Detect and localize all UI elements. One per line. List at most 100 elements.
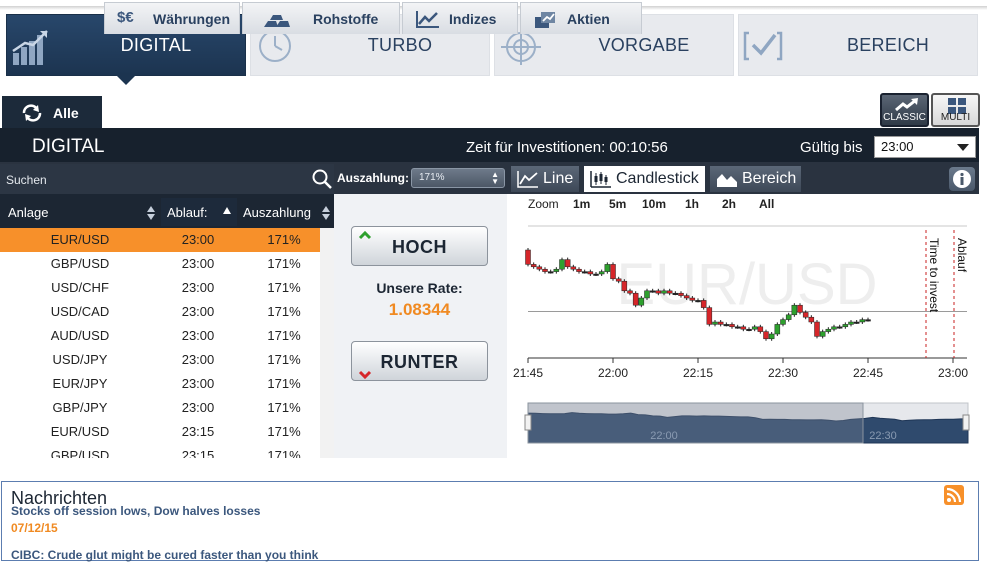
table-row[interactable]: EUR/USD 23:15 171%	[0, 420, 320, 444]
candle	[729, 324, 735, 328]
x-tick-label: 21:45	[513, 366, 543, 380]
put-button-label: RUNTER	[380, 352, 459, 372]
candle	[627, 290, 633, 294]
candle	[842, 324, 849, 328]
chart-tab-label: Candlestick	[616, 170, 699, 187]
candle	[621, 280, 628, 292]
candle	[831, 326, 837, 330]
news-headline[interactable]: CIBC: Crude glut might be cured faster t…	[11, 548, 318, 562]
expiry-cell: 23:00	[181, 256, 215, 271]
info-icon[interactable]	[949, 167, 975, 191]
chart-watermark: EUR/USD	[616, 252, 877, 317]
table-row[interactable]: USD/JPY 23:00 171%	[0, 348, 320, 372]
candle	[638, 297, 645, 306]
payout-cell: 171%	[267, 328, 301, 343]
candle	[734, 326, 741, 329]
table-row[interactable]: GBP/USD 23:00 171%	[0, 252, 320, 276]
category-tab-rohstoffe[interactable]: Rohstoffe	[242, 2, 400, 34]
candle	[564, 259, 571, 268]
expiry-cell: 23:00	[181, 280, 215, 295]
zoom-all-button[interactable]: All	[759, 197, 774, 211]
table-row[interactable]: AUD/USD 23:00 171%	[0, 324, 320, 348]
sort-icon[interactable]	[146, 205, 156, 221]
stock-icon	[535, 11, 555, 28]
expiry-cell: 23:00	[181, 400, 215, 415]
rate-label: Unsere Rate:	[376, 280, 463, 296]
candle	[723, 324, 730, 327]
asset-cell: GBP/USD	[50, 256, 110, 271]
category-tab-alle[interactable]: Alle	[2, 96, 102, 128]
classic-view-button[interactable]: CLASSIC	[880, 93, 929, 127]
navigator-right-handle[interactable]	[962, 414, 970, 431]
table-row[interactable]: GBP/USD 23:15 171%	[0, 444, 320, 458]
line-chart-icon	[416, 10, 439, 28]
sort-ascending-icon[interactable]	[222, 205, 232, 221]
candle	[598, 271, 605, 275]
candle	[666, 290, 673, 294]
chevron-down-icon	[957, 144, 969, 151]
mode-tab-bereich[interactable]: BEREICH	[738, 14, 978, 76]
payout-value: 171%	[419, 172, 445, 183]
candle	[593, 273, 599, 276]
zoom-5m-button[interactable]: 5m	[609, 197, 626, 211]
line-chart-icon	[517, 171, 538, 188]
column-header-payout[interactable]: Auszahlung	[243, 198, 333, 226]
chart-tab-line[interactable]: Line	[510, 165, 580, 193]
candle	[581, 271, 588, 274]
table-row[interactable]: EUR/USD 23:00 171%	[0, 228, 320, 252]
zoom-10m-button[interactable]: 10m	[642, 197, 666, 211]
navigator-window[interactable]	[527, 402, 864, 444]
multi-view-label: MULTI	[940, 112, 971, 123]
candle	[819, 331, 826, 337]
zoom-1h-button[interactable]: 1h	[685, 197, 699, 211]
call-button[interactable]: HOCH	[351, 226, 488, 266]
payout-cell: 171%	[267, 280, 301, 295]
payout-select[interactable]: 171% ▲ ▼	[411, 168, 505, 188]
table-row[interactable]: USD/CHF 23:00 171%	[0, 276, 320, 300]
put-button[interactable]: RUNTER	[351, 341, 488, 381]
zoom-1m-button[interactable]: 1m	[573, 197, 590, 211]
mode-tab-label: DIGITAL	[120, 34, 192, 55]
trading-app: DIGITAL TURBO VORGABE BEREICH Alle $€ Wä…	[0, 0, 987, 573]
navigator-tick-label: 22:00	[650, 430, 678, 442]
table-scrollbar[interactable]	[320, 228, 334, 458]
candle	[542, 268, 548, 272]
category-tab-aktien[interactable]: Aktien	[520, 2, 642, 34]
payout-cell: 171%	[267, 256, 301, 271]
column-header-asset[interactable]: Anlage	[8, 198, 158, 226]
candle	[768, 333, 775, 340]
search-icon[interactable]	[311, 168, 333, 190]
call-button-label: HOCH	[392, 237, 447, 257]
time-to-invest-label: Time to invest	[927, 238, 941, 313]
table-row[interactable]: USD/CAD 23:00 171%	[0, 300, 320, 324]
payout-cell: 171%	[267, 232, 301, 247]
news-headline[interactable]: Stocks off session lows, Dow halves loss…	[11, 504, 260, 518]
sort-icon[interactable]	[321, 205, 331, 221]
refresh-icon	[22, 103, 42, 122]
navigator-left-handle[interactable]	[524, 414, 532, 431]
chart-tab-bereich[interactable]: Bereich	[709, 165, 802, 193]
candle	[559, 259, 565, 270]
table-row[interactable]: GBP/JPY 23:00 171%	[0, 396, 320, 420]
candle	[695, 300, 701, 303]
candle	[848, 321, 854, 325]
valid-until-select[interactable]: 23:00	[874, 136, 976, 158]
x-axis-ticks: 21:45 22:00 22:15 22:30 22:45 23:00	[513, 358, 968, 380]
x-tick-label: 23:00	[938, 366, 968, 380]
area-chart-icon	[717, 174, 737, 187]
multi-view-button[interactable]: MULTI	[931, 93, 980, 127]
mode-tab-label: TURBO	[367, 34, 433, 55]
chart-tab-candlestick[interactable]: Candlestick	[583, 165, 706, 193]
search-input[interactable]	[6, 170, 306, 190]
range-check-icon	[743, 31, 783, 61]
trend-up-icon	[895, 98, 918, 112]
table-row[interactable]: EUR/JPY 23:00 171%	[0, 372, 320, 396]
category-tab-waehrungen[interactable]: $€ Währungen	[104, 2, 240, 34]
category-tab-indizes[interactable]: Indizes	[402, 2, 518, 34]
zoom-2h-button[interactable]: 2h	[722, 197, 736, 211]
currency-icon: $€	[117, 8, 134, 26]
candlestick-chart[interactable]: EUR/USD 21:45 22:00 22:15 22:30 22:45 23:00 T…	[507, 214, 979, 458]
rss-icon[interactable]	[944, 485, 964, 505]
x-tick-label: 22:45	[853, 366, 883, 380]
category-tab-strip	[0, 94, 979, 128]
